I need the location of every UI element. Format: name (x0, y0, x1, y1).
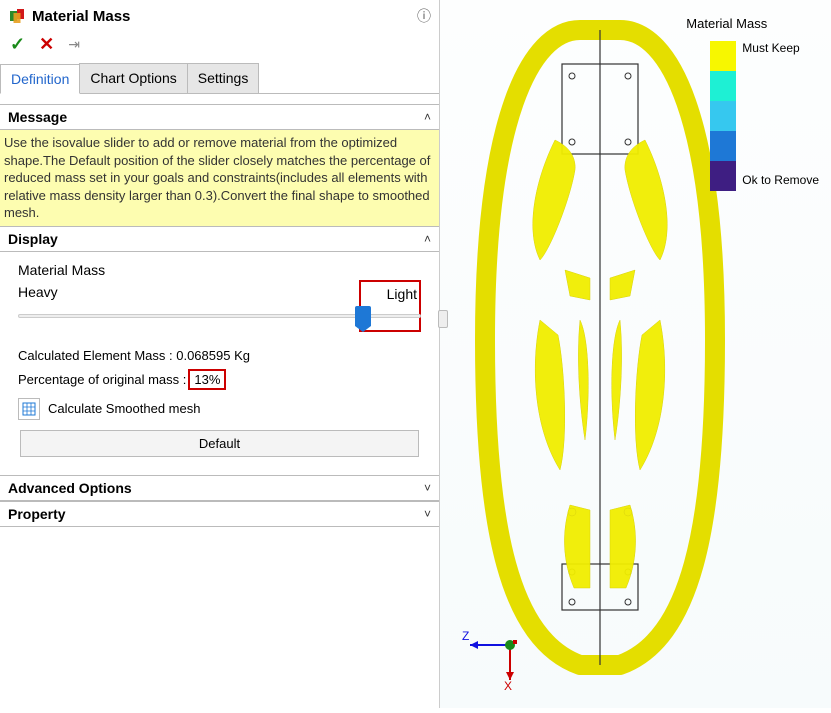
section-message: Message ˄ Use the isovalue slider to add… (0, 104, 439, 226)
display-subhead: Material Mass (18, 262, 429, 278)
section-property-title: Property (8, 506, 66, 522)
default-button[interactable]: Default (20, 430, 418, 457)
section-property: Property ˅ (0, 501, 439, 527)
tab-definition[interactable]: Definition (0, 64, 80, 94)
color-legend: Material Mass Must Keep Ok to Remove (686, 16, 819, 187)
slider-heavy-label: Heavy (18, 284, 58, 300)
chevron-down-icon: ˅ (424, 481, 431, 495)
calculate-smoothed-button[interactable] (18, 398, 40, 420)
percentage-row: Percentage of original mass : 13% (18, 369, 425, 390)
calculated-mass: Calculated Element Mass : 0.068595 Kg (18, 348, 425, 363)
section-display-header[interactable]: Display ˄ (0, 227, 439, 252)
action-row: ✓ ✕ ⇥ (0, 30, 439, 63)
percentage-value: 13% (188, 369, 226, 390)
panel-title: Material Mass (32, 8, 417, 25)
legend-bar (710, 41, 736, 191)
section-display-title: Display (8, 231, 58, 247)
tab-settings[interactable]: Settings (187, 63, 260, 93)
ok-button[interactable]: ✓ (10, 34, 25, 55)
cancel-button[interactable]: ✕ (39, 34, 54, 55)
legend-must-keep: Must Keep (742, 41, 819, 55)
chevron-up-icon: ˄ (424, 232, 431, 246)
pin-button[interactable]: ⇥ (68, 36, 80, 53)
section-property-header[interactable]: Property ˅ (0, 502, 439, 527)
material-mass-slider[interactable]: Heavy Light (18, 284, 421, 340)
legend-title: Material Mass (686, 16, 819, 31)
view-triad[interactable]: Z X (460, 620, 530, 690)
viewport-3d[interactable]: Material Mass Must Keep Ok to Remove (440, 0, 831, 708)
chevron-down-icon: ˅ (424, 507, 431, 521)
title-row: Material Mass ⓘ (0, 0, 439, 30)
material-mass-icon (8, 7, 26, 25)
help-icon[interactable]: ⓘ (417, 6, 431, 26)
axis-x-label: X (504, 679, 512, 690)
section-message-title: Message (8, 109, 67, 125)
property-panel: Material Mass ⓘ ✓ ✕ ⇥ Definition Chart O… (0, 0, 440, 708)
calculate-smoothed-row: Calculate Smoothed mesh (18, 398, 425, 420)
section-advanced-title: Advanced Options (8, 480, 132, 496)
section-advanced-header[interactable]: Advanced Options ˅ (0, 476, 439, 501)
slider-light-label: Light (387, 286, 417, 302)
splitter-handle[interactable] (438, 310, 448, 328)
chevron-up-icon: ˄ (424, 110, 431, 124)
slider-thumb[interactable] (355, 306, 371, 326)
legend-ok-remove: Ok to Remove (742, 173, 819, 187)
section-advanced: Advanced Options ˅ (0, 475, 439, 501)
tabs: Definition Chart Options Settings (0, 63, 439, 94)
tab-chart-options[interactable]: Chart Options (79, 63, 187, 93)
message-text: Use the isovalue slider to add or remove… (0, 130, 439, 226)
calculate-smoothed-label: Calculate Smoothed mesh (48, 401, 200, 416)
percentage-label: Percentage of original mass : (18, 372, 186, 387)
section-display: Display ˄ Material Mass Heavy Light Calc… (0, 226, 439, 475)
section-message-header[interactable]: Message ˄ (0, 105, 439, 130)
axis-z-label: Z (462, 629, 469, 643)
